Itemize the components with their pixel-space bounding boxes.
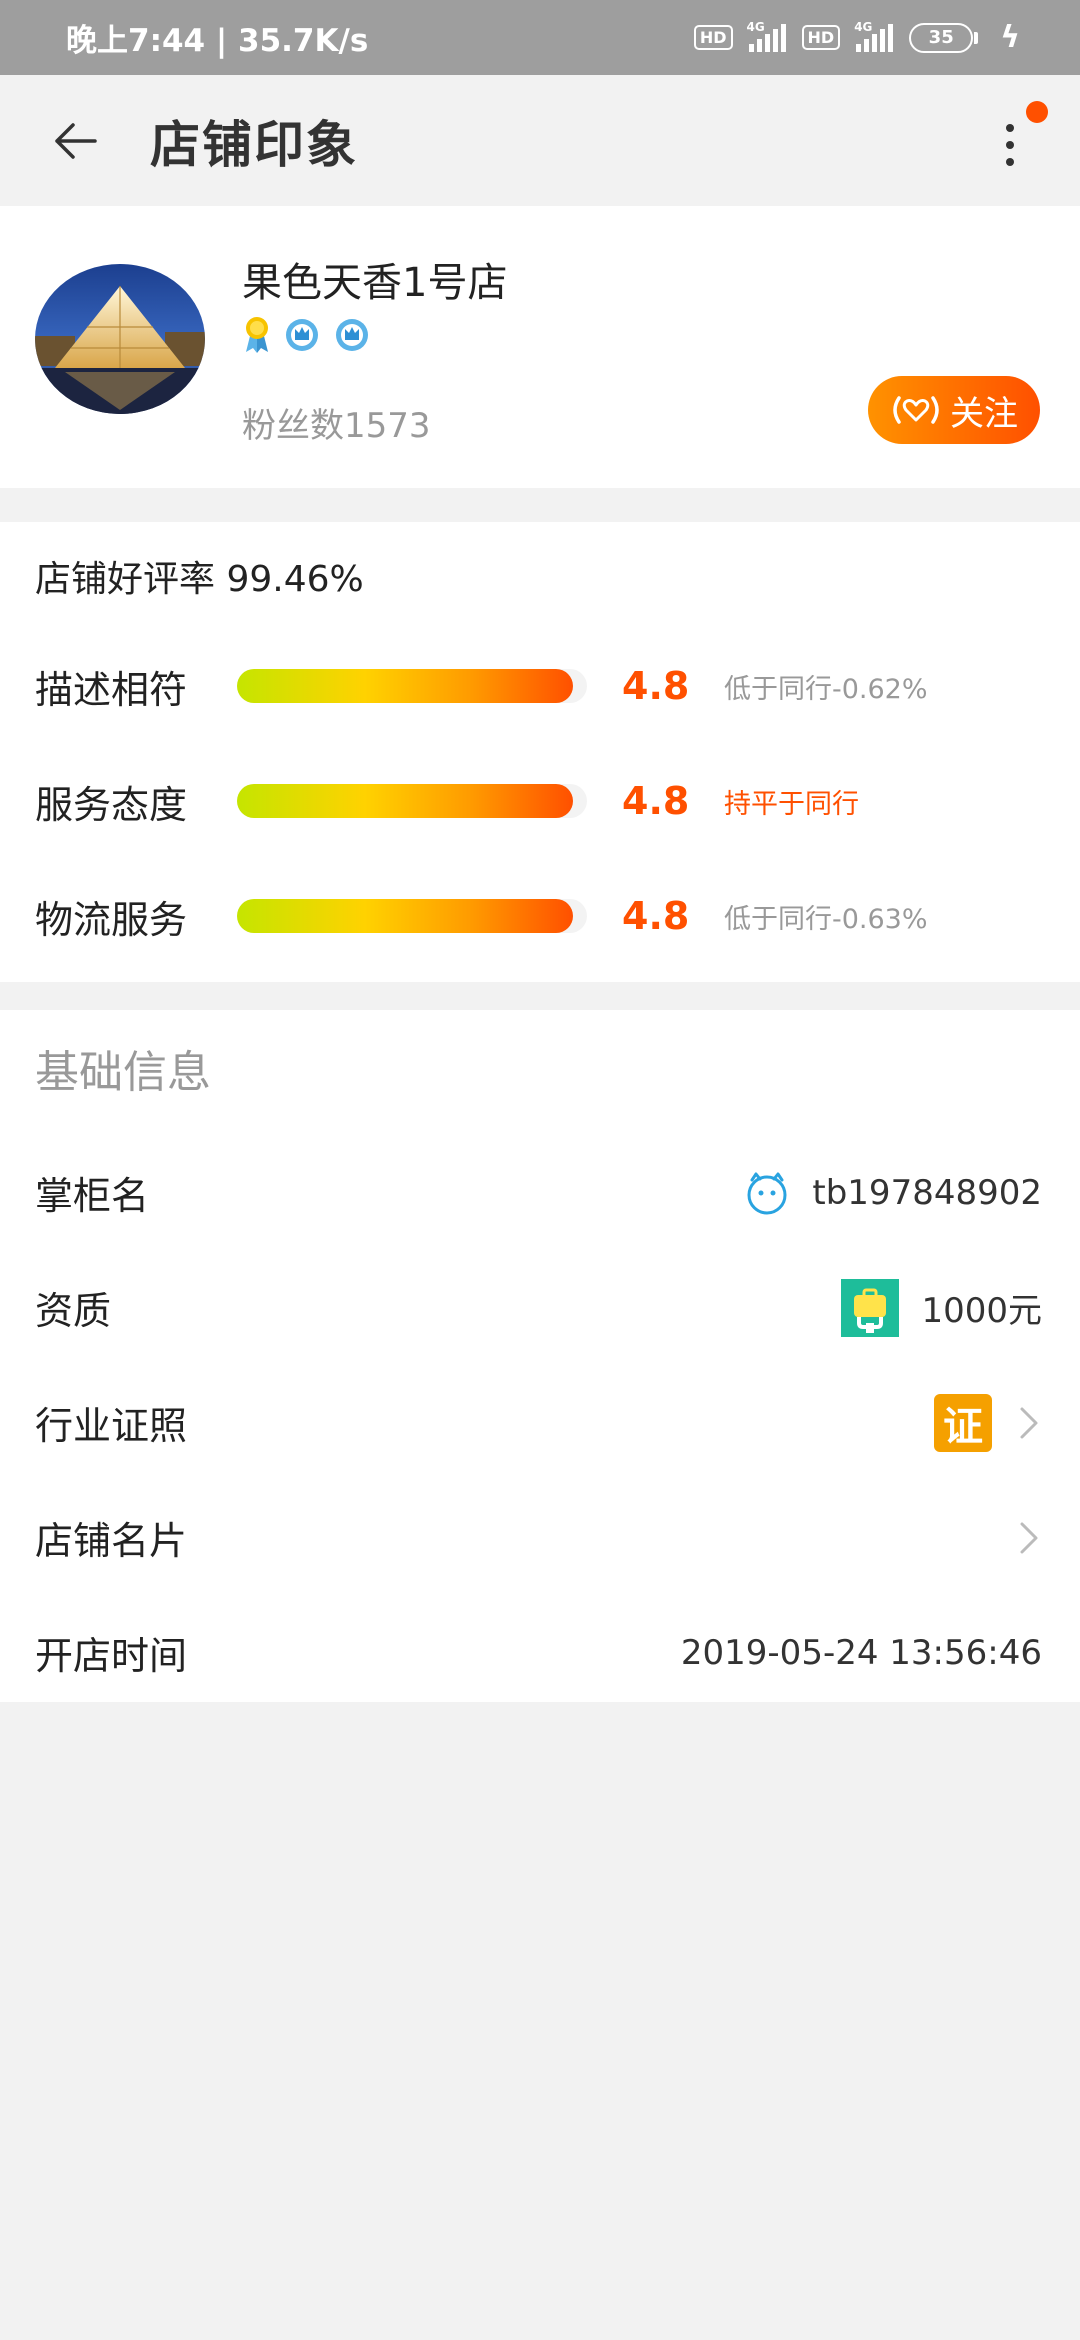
status-time-speed: 晚上7:44 | 35.7K/s: [66, 23, 369, 59]
back-arrow-icon: [55, 122, 97, 159]
heart-signal-icon: [893, 396, 939, 424]
signal-icon: 4G: [747, 20, 786, 52]
fans-count: 1573: [344, 406, 431, 446]
open-time-value: 2019-05-24 13:56:46: [680, 1632, 1042, 1673]
follow-button[interactable]: 关注: [868, 376, 1040, 444]
back-button[interactable]: [0, 75, 150, 206]
ratings-card: 店铺好评率 99.46% 描述相符 4.8 低于同行-0.62% 服务态度 4.…: [0, 522, 1080, 982]
owner-row[interactable]: 掌柜名 tb197848902: [0, 1135, 1080, 1250]
wangwang-icon: [747, 1172, 787, 1214]
rating-label: 描述相符: [35, 667, 188, 712]
chevron-right-icon: [1020, 1407, 1038, 1438]
fans-info: 粉丝数1573: [242, 398, 431, 447]
license-label: 行业证照: [35, 1404, 188, 1448]
rating-score: 4.8: [622, 664, 690, 708]
shop-avatar[interactable]: [35, 264, 205, 414]
basic-info-heading: 基础信息: [35, 1047, 211, 1098]
owner-label: 掌柜名: [35, 1174, 150, 1218]
status-icons: HD 4G HD 4G 35 ϟ: [693, 20, 1020, 55]
shop-card-row[interactable]: 店铺名片: [0, 1480, 1080, 1595]
basic-info-card: 基础信息 掌柜名 tb197848902 资质 1000元 行业证照 证 店铺名…: [0, 1010, 1080, 1702]
crown-icon: [336, 319, 368, 351]
rating-bar: [237, 669, 587, 703]
hd-icon: HD: [693, 25, 733, 50]
rating-score: 4.8: [622, 894, 690, 938]
shop-card-label: 店铺名片: [35, 1519, 188, 1563]
rating-bar-fill: [237, 784, 573, 818]
network-type-label: 4G: [746, 19, 765, 34]
gold-medal-icon: [246, 317, 268, 353]
network-type-label: 4G: [854, 19, 873, 34]
owner-name: tb197848902: [812, 1172, 1042, 1213]
rating-label: 物流服务: [35, 897, 188, 942]
more-dot-icon: [1006, 124, 1014, 132]
hd-icon: HD: [801, 25, 841, 50]
license-badge-icon: 证: [934, 1393, 992, 1452]
good-rate-value: 99.46%: [226, 559, 364, 600]
qualification-value: 1000元: [921, 1291, 1042, 1331]
rating-row-description: 描述相符 4.8 低于同行-0.62%: [0, 656, 1080, 716]
status-bar: 晚上7:44 | 35.7K/s HD 4G HD 4G 35 ϟ: [0, 0, 1080, 75]
rating-bar-fill: [237, 899, 573, 933]
rating-score: 4.8: [622, 779, 690, 823]
rating-compare: 持平于同行: [724, 788, 859, 820]
chevron-right-icon: [1020, 1522, 1038, 1553]
charging-icon: ϟ: [1000, 20, 1020, 55]
battery-icon: 35: [909, 22, 979, 53]
fans-label: 粉丝数: [242, 406, 344, 446]
pyramid-photo-icon: [35, 264, 205, 414]
more-dot-icon: [1006, 158, 1014, 166]
deposit-bag-icon: [841, 1278, 900, 1337]
shop-name: 果色天香1号店: [242, 260, 508, 306]
rating-bar: [237, 784, 587, 818]
title-bar: 店铺印象: [0, 75, 1080, 206]
open-time-row: 开店时间 2019-05-24 13:56:46: [0, 1595, 1080, 1710]
qualification-label: 资质: [35, 1289, 112, 1333]
rating-bar-fill: [237, 669, 573, 703]
crown-icon: [286, 319, 318, 351]
license-row[interactable]: 行业证照 证: [0, 1365, 1080, 1480]
rating-row-service: 服务态度 4.8 持平于同行: [0, 771, 1080, 831]
rating-label: 服务态度: [35, 782, 188, 827]
more-dot-icon: [1006, 141, 1014, 149]
follow-label: 关注: [950, 393, 1018, 434]
signal-icon: 4G: [854, 20, 894, 52]
rating-row-logistics: 物流服务 4.8 低于同行-0.63%: [0, 886, 1080, 946]
battery-level: 35: [928, 27, 954, 48]
notification-dot: [1026, 101, 1048, 123]
good-rate-label: 店铺好评率: [35, 559, 216, 600]
shop-card: 果色天香1号店 粉丝数1573 关注: [0, 206, 1080, 488]
qualification-row[interactable]: 资质 1000元: [0, 1250, 1080, 1365]
rating-compare: 低于同行-0.62%: [724, 673, 928, 705]
shop-badges: [242, 314, 372, 354]
page-title: 店铺印象: [150, 115, 358, 174]
rating-compare: 低于同行-0.63%: [724, 903, 928, 935]
open-time-label: 开店时间: [35, 1634, 188, 1678]
good-rate: 店铺好评率 99.46%: [35, 550, 364, 602]
rating-bar: [237, 899, 587, 933]
